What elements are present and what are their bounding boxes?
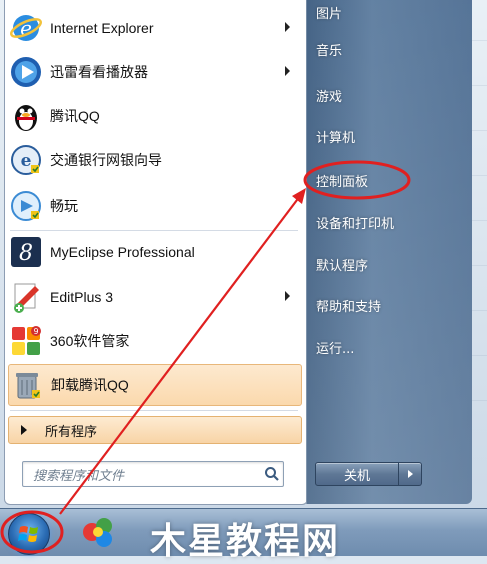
right-item-label: 游戏 [316,89,343,105]
changwan-icon [8,188,44,224]
start-button[interactable] [8,513,50,555]
program-label: 腾讯QQ [50,108,100,124]
program-item-uninstall-qq[interactable]: 卸载腾讯QQ [8,364,302,406]
right-item-label: 图片 [316,6,343,22]
program-label: 360软件管家 [50,333,130,349]
shutdown-label: 关机 [343,468,370,484]
watermark: 木星教程网 [150,521,341,562]
chevron-right-icon [407,470,413,478]
svg-text:9: 9 [33,327,38,336]
svg-text:8: 8 [19,241,33,266]
program-label: 交通银行网银向导 [50,152,162,168]
program-item-360-manager[interactable]: 9 360软件管家 [8,321,300,361]
qq-penguin-icon [8,98,44,134]
editplus-icon [8,279,44,315]
menu-separator [10,230,298,231]
right-item-help-support[interactable]: 帮助和支持 [316,293,381,317]
submenu-arrow-icon [285,291,290,301]
shutdown-group: 关机 [315,462,422,486]
myeclipse-icon: 8 [8,234,44,270]
right-item-devices-printers[interactable]: 设备和打印机 [316,210,394,234]
program-item-qq[interactable]: 腾讯QQ [8,96,300,136]
windows-logo-icon [18,526,38,542]
search-box[interactable]: 搜索程序和文件 [22,461,284,487]
uninstall-icon [9,367,45,403]
submenu-arrow-icon [285,66,290,76]
program-label: EditPlus 3 [50,289,114,305]
taskbar-app-360-icon[interactable] [76,512,120,552]
program-item-myeclipse[interactable]: 8 MyEclipse Professional [8,232,300,272]
right-item-control-panel[interactable]: 控制面板 [316,168,368,192]
right-item-label: 设备和打印机 [316,216,395,232]
expand-arrow-icon [21,425,27,435]
program-label: 卸载腾讯QQ [51,377,129,393]
all-programs-button[interactable]: 所有程序 [8,416,302,444]
shutdown-options-button[interactable] [399,462,422,486]
program-label: Internet Explorer [50,20,154,36]
right-item-label: 默认程序 [316,258,369,274]
bank-guide-icon: e [8,142,44,178]
program-item-editplus[interactable]: EditPlus 3 [8,277,300,317]
svg-text:e: e [21,151,32,171]
shutdown-button[interactable]: 关机 [315,462,399,486]
program-label: 迅雷看看播放器 [50,64,148,80]
program-item-internet-explorer[interactable]: e Internet Explorer [8,8,300,48]
right-item-label: 运行... [316,341,355,357]
start-menu: e Internet Explorer 迅雷看看播放器 腾讯QQ e 交通银行网… [0,0,472,508]
submenu-arrow-icon [285,22,290,32]
right-item-label: 帮助和支持 [316,299,382,315]
right-item-pictures[interactable]: 图片 [316,0,342,24]
360-manager-icon: 9 [8,323,44,359]
search-input[interactable]: 搜索程序和文件 [23,465,261,484]
program-label: MyEclipse Professional [50,244,195,260]
right-item-label: 音乐 [316,43,343,59]
right-item-computer[interactable]: 计算机 [316,124,355,148]
right-item-run[interactable]: 运行... [316,335,354,359]
search-icon[interactable] [261,463,283,485]
right-item-label: 控制面板 [316,174,369,190]
right-item-label: 计算机 [316,130,356,146]
program-item-xunlei-player[interactable]: 迅雷看看播放器 [8,52,300,92]
ie-icon: e [8,10,44,46]
all-programs-label: 所有程序 [45,423,98,439]
program-item-bank-guide[interactable]: e 交通银行网银向导 [8,140,300,180]
xunlei-player-icon [8,54,44,90]
right-item-games[interactable]: 游戏 [316,83,342,107]
program-item-changwan[interactable]: 畅玩 [8,186,300,226]
right-item-music[interactable]: 音乐 [316,37,342,61]
right-item-default-programs[interactable]: 默认程序 [316,252,368,276]
program-label: 畅玩 [50,198,78,214]
menu-separator [10,410,298,411]
